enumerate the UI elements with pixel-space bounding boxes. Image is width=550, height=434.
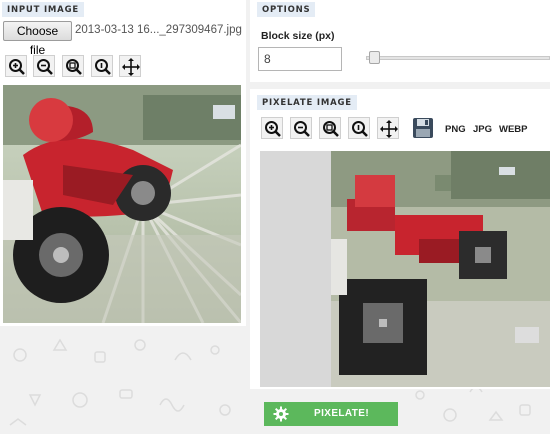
panel-title: OPTIONS (257, 2, 316, 17)
panel-title: PIXELATE IMAGE (257, 95, 357, 110)
save-icon[interactable] (412, 117, 434, 139)
jpg-format-button[interactable]: JPG (473, 124, 492, 135)
png-format-button[interactable]: PNG (445, 124, 466, 135)
zoom-reset-icon (352, 121, 368, 137)
pixelate-button[interactable]: PIXELATE! (264, 402, 398, 426)
zoom-fit-icon (323, 121, 339, 137)
zoom-out-button[interactable] (290, 117, 312, 139)
zoom-in-icon (9, 59, 25, 75)
panel-title: INPUT IMAGE (2, 2, 84, 17)
zoom-reset-button[interactable] (348, 117, 370, 139)
zoom-reset-button[interactable] (91, 55, 113, 77)
file-name-text: 2013-03-13 16..._297309467.jpg (75, 24, 242, 36)
gear-icon (273, 406, 289, 422)
zoom-out-icon (294, 121, 310, 137)
output-canvas[interactable] (260, 151, 550, 387)
move-icon (122, 58, 140, 76)
move-icon (380, 120, 398, 138)
block-size-label: Block size (px) (261, 30, 335, 42)
zoom-out-icon (37, 59, 53, 75)
zoom-in-button[interactable] (5, 55, 27, 77)
zoom-out-button[interactable] (33, 55, 55, 77)
zoom-fit-button[interactable] (319, 117, 341, 139)
pixelated-photo (331, 151, 550, 387)
move-button[interactable] (119, 55, 141, 77)
zoom-fit-icon (66, 59, 82, 75)
zoom-in-button[interactable] (261, 117, 283, 139)
block-size-slider-handle[interactable] (369, 51, 380, 64)
webp-format-button[interactable]: WEBP (499, 124, 528, 135)
zoom-in-icon (265, 121, 281, 137)
zoom-reset-icon (95, 59, 111, 75)
zoom-fit-button[interactable] (62, 55, 84, 77)
move-button[interactable] (377, 117, 399, 139)
choose-file-button[interactable]: Choose file (3, 21, 72, 57)
pixelate-button-label: PIXELATE! (314, 408, 370, 419)
input-photo (3, 85, 241, 323)
block-size-input[interactable]: 8 (258, 47, 342, 71)
block-size-slider[interactable] (366, 56, 550, 60)
